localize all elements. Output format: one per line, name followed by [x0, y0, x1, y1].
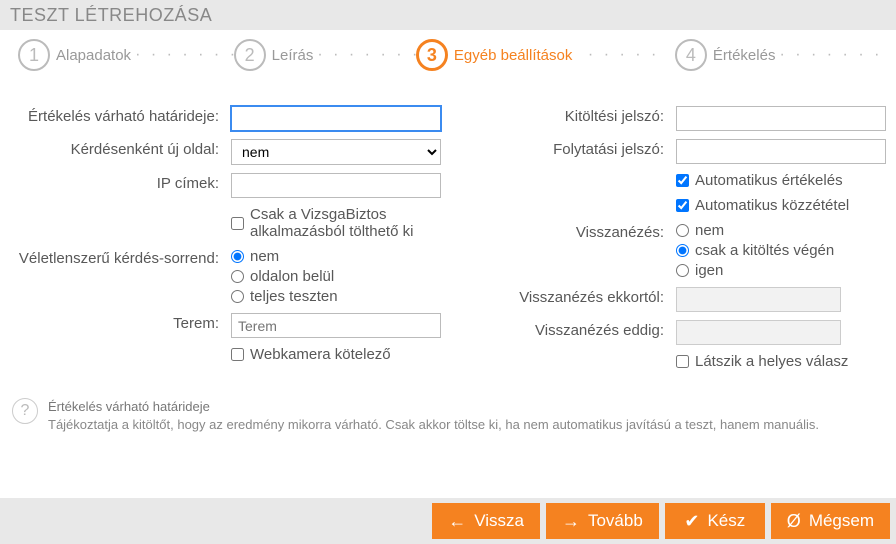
vizsgabiztos-label: Csak a VizsgaBiztos alkalmazásból tölthe…: [250, 206, 441, 240]
step-2-label: Leírás: [272, 47, 314, 64]
step-2[interactable]: 2 Leírás: [234, 39, 314, 71]
step-4-number: 4: [675, 39, 707, 71]
lookback-end[interactable]: csak a kitöltés végén: [676, 242, 886, 259]
step-separator: · · · · · · · · · ·: [775, 46, 878, 64]
lookback-from-label: Visszanézés ekkortól:: [461, 285, 676, 306]
arrow-left-icon: ←: [448, 511, 466, 532]
room-input[interactable]: [231, 313, 441, 338]
step-3-number: 3: [416, 39, 448, 71]
ip-label: IP címek:: [16, 171, 231, 192]
cancel-icon: Ø: [787, 511, 801, 532]
step-separator: · · · · ·: [572, 46, 675, 64]
help-text: Értékelés várható határideje Tájékoztatj…: [48, 398, 819, 434]
cont-pwd-input[interactable]: [676, 139, 886, 164]
newpage-label: Kérdésenként új oldal:: [16, 137, 231, 158]
lookback-to-label: Visszanézés eddig:: [461, 318, 676, 339]
cont-pwd-label: Folytatási jelszó:: [461, 137, 676, 158]
lookback-from-input: [676, 287, 841, 312]
done-button[interactable]: ✔ Kész: [665, 503, 765, 539]
step-1-label: Alapadatok: [56, 47, 131, 64]
step-3[interactable]: 3 Egyéb beállítások: [416, 39, 572, 71]
lookback-yes[interactable]: igen: [676, 262, 886, 279]
show-correct-checkbox-input[interactable]: [676, 355, 689, 368]
check-icon: ✔: [684, 511, 699, 532]
left-column: Értékelés várható határideje: Kérdésenké…: [16, 104, 441, 376]
room-label: Terem:: [16, 311, 231, 332]
step-4[interactable]: 4 Értékelés: [675, 39, 776, 71]
webcam-label: Webkamera kötelező: [250, 346, 391, 363]
auto-eval-label: Automatikus értékelés: [695, 172, 843, 189]
auto-eval-checkbox[interactable]: Automatikus értékelés: [676, 172, 886, 189]
step-1[interactable]: 1 Alapadatok: [18, 39, 131, 71]
form-area: Értékelés várható határideje: Kérdésenké…: [0, 80, 896, 384]
step-4-label: Értékelés: [713, 47, 776, 64]
vizsgabiztos-checkbox[interactable]: Csak a VizsgaBiztos alkalmazásból tölthe…: [231, 206, 441, 240]
ip-input[interactable]: [231, 173, 441, 198]
deadline-label: Értékelés várható határideje:: [16, 104, 231, 125]
random-label: Véletlenszerű kérdés-sorrend:: [16, 246, 231, 267]
step-1-number: 1: [18, 39, 50, 71]
step-separator: · · · · · · · · · ·: [131, 46, 234, 64]
back-button[interactable]: ← Vissza: [432, 503, 540, 539]
cancel-button[interactable]: ØMégsem: [771, 503, 890, 539]
lookback-label: Visszanézés:: [461, 220, 676, 241]
webcam-checkbox[interactable]: Webkamera kötelező: [231, 346, 441, 363]
wizard-footer: ← Vissza → Tovább ✔ Kész ØMégsem: [0, 498, 896, 544]
help-panel: ? Értékelés várható határideje Tájékozta…: [4, 392, 892, 440]
random-full[interactable]: teljes teszten: [231, 288, 441, 305]
auto-eval-checkbox-input[interactable]: [676, 174, 689, 187]
random-none[interactable]: nem: [231, 248, 441, 265]
help-body: Tájékoztatja a kitöltőt, hogy az eredmén…: [48, 416, 819, 434]
fill-pwd-input[interactable]: [676, 106, 886, 131]
arrow-right-icon: →: [562, 511, 580, 532]
random-page[interactable]: oldalon belül: [231, 268, 441, 285]
auto-publish-label: Automatikus közzététel: [695, 197, 849, 214]
deadline-input[interactable]: [231, 106, 441, 131]
step-separator: · · · · · · · · · ·: [313, 46, 416, 64]
wizard-stepper: 1 Alapadatok · · · · · · · · · · 2 Leírá…: [0, 30, 896, 80]
show-correct-checkbox[interactable]: Látszik a helyes válasz: [676, 353, 886, 370]
step-2-number: 2: [234, 39, 266, 71]
right-column: Kitöltési jelszó: Folytatási jelszó: Aut…: [461, 104, 886, 376]
help-title: Értékelés várható határideje: [48, 398, 819, 416]
auto-publish-checkbox-input[interactable]: [676, 199, 689, 212]
show-correct-label: Látszik a helyes válasz: [695, 353, 848, 370]
fill-pwd-label: Kitöltési jelszó:: [461, 104, 676, 125]
next-button[interactable]: → Tovább: [546, 503, 659, 539]
newpage-select[interactable]: nem: [231, 139, 441, 165]
help-icon: ?: [12, 398, 38, 424]
lookback-to-input: [676, 320, 841, 345]
lookback-none[interactable]: nem: [676, 222, 886, 239]
auto-publish-checkbox[interactable]: Automatikus közzététel: [676, 197, 886, 214]
step-3-label: Egyéb beállítások: [454, 47, 572, 64]
page-header: TESZT LÉTREHOZÁSA: [0, 0, 896, 30]
vizsgabiztos-checkbox-input[interactable]: [231, 217, 244, 230]
webcam-checkbox-input[interactable]: [231, 348, 244, 361]
page-title: TESZT LÉTREHOZÁSA: [10, 5, 212, 26]
